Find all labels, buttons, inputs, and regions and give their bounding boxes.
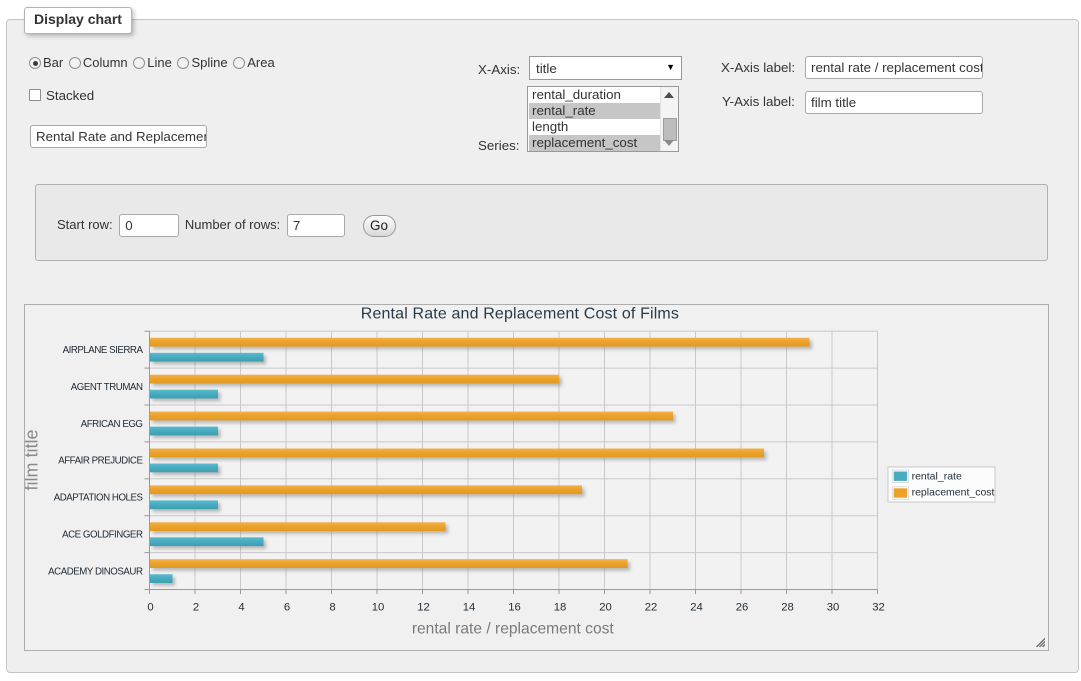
- svg-text:rental_rate: rental_rate: [912, 470, 962, 482]
- svg-text:26: 26: [736, 602, 749, 614]
- svg-text:10: 10: [372, 602, 385, 614]
- svg-text:24: 24: [690, 602, 703, 614]
- svg-text:ACE GOLDFINGER: ACE GOLDFINGER: [62, 530, 143, 541]
- svg-text:32: 32: [872, 602, 885, 614]
- svg-text:Rental Rate and Replacement Co: Rental Rate and Replacement Cost of Film…: [361, 306, 679, 323]
- svg-text:replacement_cost: replacement_cost: [912, 486, 995, 498]
- svg-text:ACADEMY DINOSAUR: ACADEMY DINOSAUR: [48, 566, 143, 577]
- svg-text:4: 4: [238, 602, 244, 614]
- svg-text:28: 28: [781, 602, 794, 614]
- svg-text:8: 8: [329, 602, 335, 614]
- svg-text:0: 0: [147, 602, 153, 614]
- svg-text:20: 20: [599, 602, 612, 614]
- svg-text:film title: film title: [25, 429, 41, 490]
- svg-text:AIRPLANE SIERRA: AIRPLANE SIERRA: [63, 345, 144, 356]
- svg-text:12: 12: [417, 602, 430, 614]
- svg-text:2: 2: [193, 602, 199, 614]
- svg-text:6: 6: [284, 602, 290, 614]
- svg-text:rental rate / replacement cost: rental rate / replacement cost: [412, 621, 615, 638]
- svg-text:30: 30: [827, 602, 840, 614]
- svg-text:ADAPTATION HOLES: ADAPTATION HOLES: [54, 493, 144, 504]
- svg-text:AGENT TRUMAN: AGENT TRUMAN: [71, 382, 143, 393]
- svg-text:22: 22: [645, 602, 658, 614]
- svg-text:AFRICAN EGG: AFRICAN EGG: [81, 419, 143, 430]
- svg-text:AFFAIR PREJUDICE: AFFAIR PREJUDICE: [58, 456, 143, 467]
- svg-text:16: 16: [508, 602, 521, 614]
- svg-text:14: 14: [463, 602, 476, 614]
- svg-text:18: 18: [554, 602, 567, 614]
